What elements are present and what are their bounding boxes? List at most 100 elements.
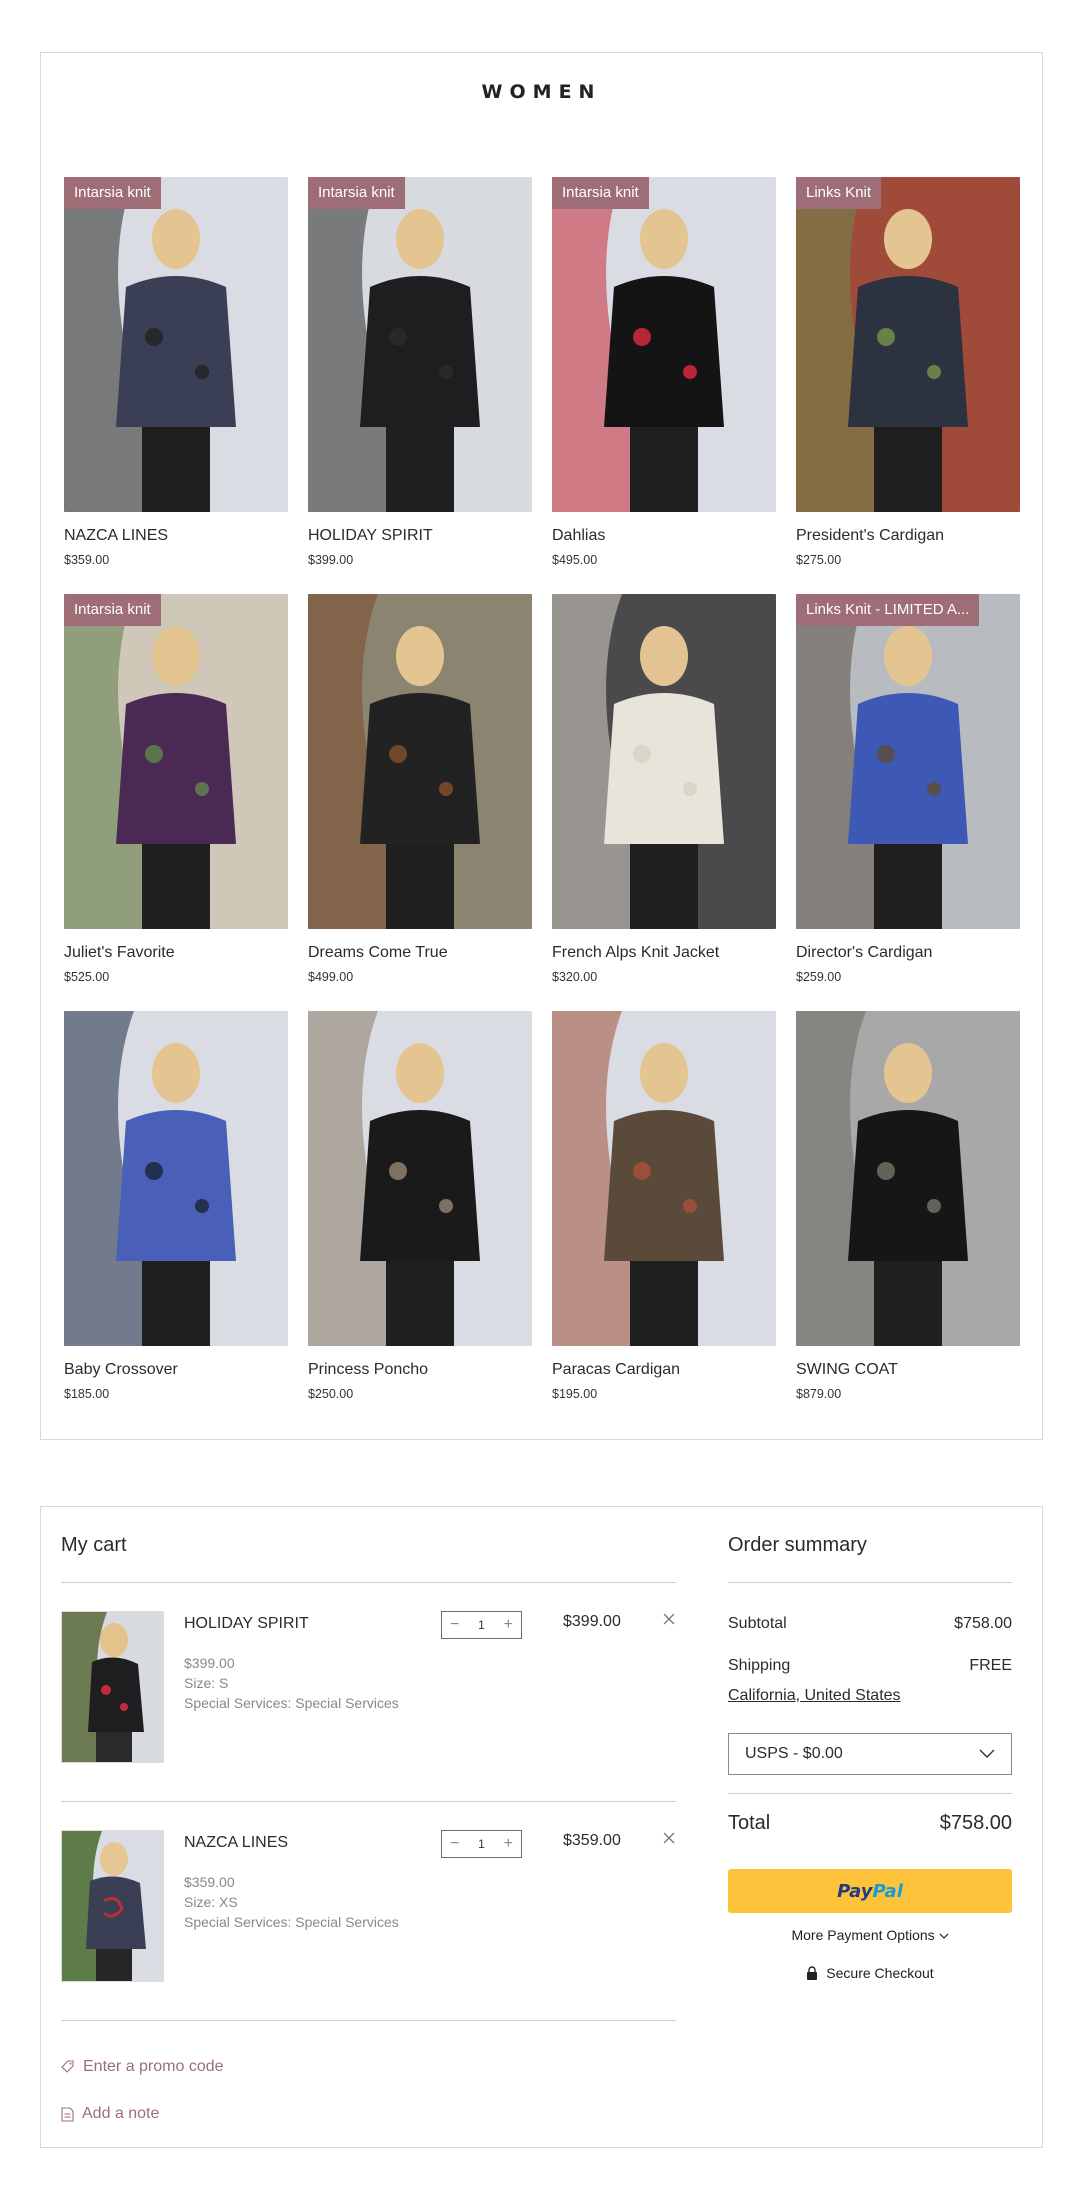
product-ribbon: Intarsia knit xyxy=(308,177,405,209)
product-image[interactable]: Links Knit - LIMITED A... xyxy=(796,594,1020,929)
product-card[interactable]: Princess Poncho $250.00 xyxy=(308,1011,532,1428)
cart-item-image[interactable] xyxy=(61,1611,164,1763)
product-name[interactable]: Dreams Come True xyxy=(308,944,532,962)
product-card[interactable]: SWING COAT $879.00 xyxy=(796,1011,1020,1428)
remove-item-icon[interactable] xyxy=(661,1611,677,1627)
subtotal-label: Subtotal xyxy=(728,1615,787,1632)
remove-item-icon[interactable] xyxy=(661,1830,677,1846)
increment-button[interactable]: + xyxy=(504,1835,513,1853)
shipping-location-link[interactable]: California, United States xyxy=(728,1687,901,1705)
product-image[interactable] xyxy=(308,594,532,929)
product-card[interactable]: Baby Crossover $185.00 xyxy=(64,1011,288,1428)
promo-code-link[interactable]: Enter a promo code xyxy=(61,2058,224,2076)
product-name[interactable]: Baby Crossover xyxy=(64,1361,288,1379)
cart-item: HOLIDAY SPIRIT $399.00 Size: S Special S… xyxy=(61,1611,676,1763)
product-price: $259.00 xyxy=(796,970,842,984)
promo-code-label: Enter a promo code xyxy=(83,2058,224,2075)
product-ribbon: Links Knit xyxy=(796,177,882,209)
product-image[interactable] xyxy=(552,594,776,929)
cart-item: NAZCA LINES $359.00 Size: XS Special Ser… xyxy=(61,1830,676,1982)
total-row: Total $758.00 xyxy=(728,1812,1012,1835)
total-value: $758.00 xyxy=(939,1812,1012,1834)
decrement-button[interactable]: − xyxy=(450,1835,459,1853)
shipping-value: FREE xyxy=(969,1657,1012,1674)
increment-button[interactable]: + xyxy=(504,1616,513,1634)
product-image[interactable]: Intarsia knit xyxy=(308,177,532,512)
shipping-label: Shipping xyxy=(728,1657,791,1674)
product-name[interactable]: Paracas Cardigan xyxy=(552,1361,776,1379)
product-name[interactable]: President's Cardigan xyxy=(796,527,1020,545)
product-card[interactable]: Intarsia knit HOLIDAY SPIRIT $399.00 xyxy=(308,177,532,594)
product-image[interactable] xyxy=(796,1011,1020,1346)
product-card[interactable]: French Alps Knit Jacket $320.00 xyxy=(552,594,776,1011)
product-name[interactable]: NAZCA LINES xyxy=(64,527,288,545)
product-image[interactable]: Intarsia knit xyxy=(552,177,776,512)
divider xyxy=(61,1801,676,1802)
quantity-stepper[interactable]: − 1 + xyxy=(441,1830,522,1858)
total-label: Total xyxy=(728,1812,771,1834)
cart-item-unit-price: $399.00 xyxy=(184,1655,235,1671)
cart-item-price: $399.00 xyxy=(563,1613,621,1630)
order-summary: Order summary Subtotal $758.00 Shipping … xyxy=(728,1507,1012,2147)
product-card[interactable]: Dreams Come True $499.00 xyxy=(308,594,532,1011)
products-section: WOMEN Intarsia knit NAZCA LINES $359.00 Int… xyxy=(40,52,1043,1440)
order-summary-title: Order summary xyxy=(728,1534,867,1556)
more-payment-options[interactable]: More Payment Options xyxy=(728,1927,1012,1943)
product-image[interactable] xyxy=(308,1011,532,1346)
product-image[interactable]: Links Knit xyxy=(796,177,1020,512)
product-price: $320.00 xyxy=(552,970,598,984)
product-price: $879.00 xyxy=(796,1387,842,1401)
shipping-method-select[interactable]: USPS - $0.00 xyxy=(728,1733,1012,1775)
product-name[interactable]: Princess Poncho xyxy=(308,1361,532,1379)
quantity-stepper[interactable]: − 1 + xyxy=(441,1611,522,1639)
product-card[interactable]: Intarsia knit Dahlias $495.00 xyxy=(552,177,776,594)
product-card[interactable]: Paracas Cardigan $195.00 xyxy=(552,1011,776,1428)
decrement-button[interactable]: − xyxy=(450,1616,459,1634)
product-name[interactable]: HOLIDAY SPIRIT xyxy=(308,527,532,545)
product-image[interactable]: Intarsia knit xyxy=(64,594,288,929)
subtotal-row: Subtotal $758.00 xyxy=(728,1615,1012,1633)
more-payment-label: More Payment Options xyxy=(791,1927,935,1943)
cart-section: My cart HOLIDAY SPIRIT $399.00 Size: S S… xyxy=(40,1506,1043,2148)
quantity-value[interactable]: 1 xyxy=(478,1618,485,1632)
product-image[interactable] xyxy=(64,1011,288,1346)
product-card[interactable]: Links Knit - LIMITED A... Director's Card… xyxy=(796,594,1020,1011)
product-image[interactable] xyxy=(552,1011,776,1346)
product-name[interactable]: French Alps Knit Jacket xyxy=(552,944,776,962)
product-price: $499.00 xyxy=(308,970,354,984)
cart-title: My cart xyxy=(61,1534,127,1556)
add-note-label: Add a note xyxy=(82,2105,160,2122)
product-price: $275.00 xyxy=(796,553,842,567)
secure-checkout-label: Secure Checkout xyxy=(826,1965,934,1981)
section-title: WOMEN xyxy=(481,81,602,103)
product-card[interactable]: Intarsia knit NAZCA LINES $359.00 xyxy=(64,177,288,594)
product-price: $250.00 xyxy=(308,1387,354,1401)
product-image[interactable]: Intarsia knit xyxy=(64,177,288,512)
product-ribbon: Intarsia knit xyxy=(64,594,161,626)
product-name[interactable]: Juliet's Favorite xyxy=(64,944,288,962)
paypal-button[interactable]: Pay Pal xyxy=(728,1869,1012,1913)
cart-item-unit-price: $359.00 xyxy=(184,1874,235,1890)
cart-item-name[interactable]: HOLIDAY SPIRIT xyxy=(184,1615,309,1633)
shipping-method-value: USPS - $0.00 xyxy=(745,1745,843,1762)
product-name[interactable]: Dahlias xyxy=(552,527,776,545)
divider xyxy=(61,2020,676,2021)
product-name[interactable]: SWING COAT xyxy=(796,1361,1020,1379)
product-card[interactable]: Intarsia knit Juliet's Favorite $525.00 xyxy=(64,594,288,1011)
add-note-link[interactable]: Add a note xyxy=(61,2105,159,2123)
product-grid: Intarsia knit NAZCA LINES $359.00 Intarsia … xyxy=(64,177,1022,1428)
tag-icon xyxy=(61,2060,74,2073)
divider xyxy=(728,1793,1012,1794)
product-card[interactable]: Links Knit President's Cardigan $275.00 xyxy=(796,177,1020,594)
product-name[interactable]: Director's Cardigan xyxy=(796,944,1020,962)
cart-item-name[interactable]: NAZCA LINES xyxy=(184,1834,288,1852)
product-ribbon: Links Knit - LIMITED A... xyxy=(796,594,980,626)
cart-item-services: Special Services: Special Services xyxy=(184,1914,399,1930)
secure-checkout: Secure Checkout xyxy=(728,1965,1012,1981)
divider xyxy=(728,1582,1012,1583)
cart-item-size: Size: S xyxy=(184,1675,229,1691)
quantity-value[interactable]: 1 xyxy=(478,1837,485,1851)
product-price: $399.00 xyxy=(308,553,354,567)
product-price: $525.00 xyxy=(64,970,110,984)
cart-item-image[interactable] xyxy=(61,1830,164,1982)
